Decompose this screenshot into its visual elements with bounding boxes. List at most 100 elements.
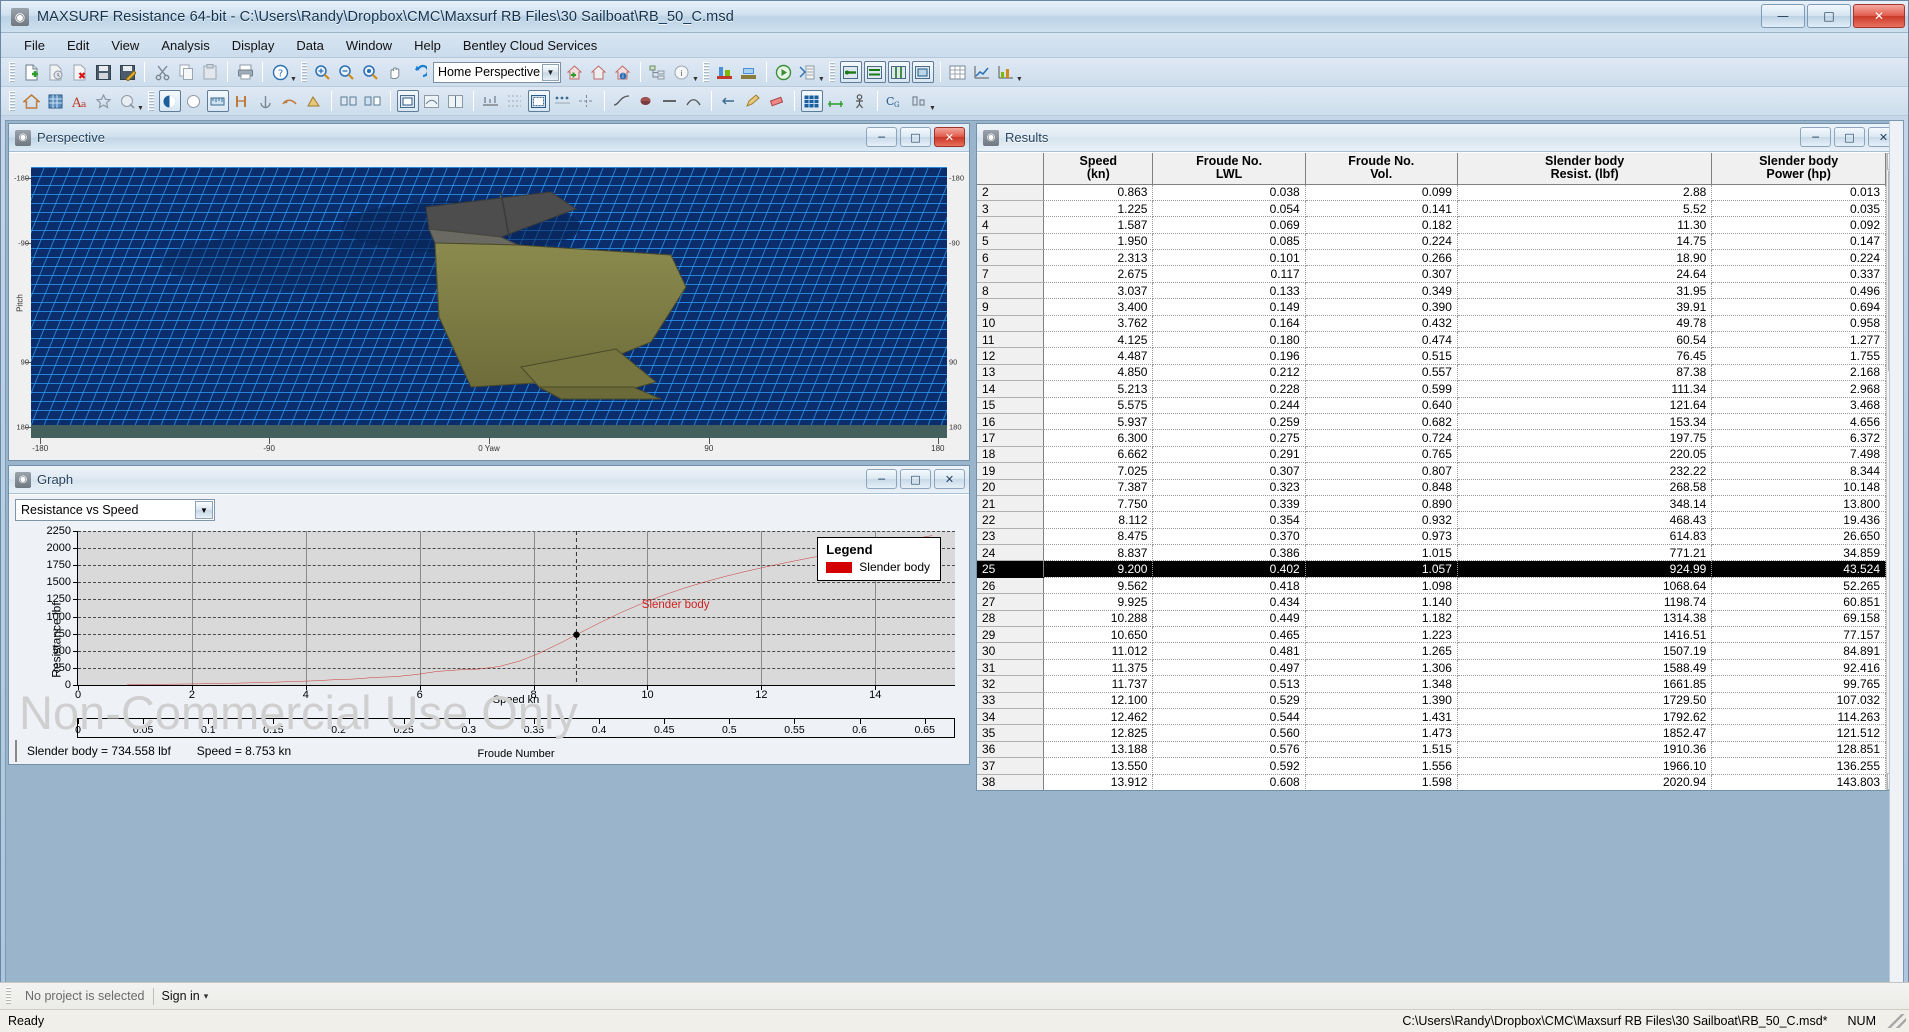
row-number-cell[interactable]: 27 [977,593,1045,611]
table-cell[interactable]: 43.524 [1711,560,1886,578]
table-cell[interactable]: 13.550 [1043,757,1154,775]
table-cell[interactable]: 0.557 [1305,364,1458,382]
results-table-icon[interactable] [797,61,819,83]
results-minimize-button[interactable]: ─ [1800,127,1831,147]
table-cell[interactable]: 1.098 [1305,577,1458,595]
help-dropdown-caret-icon[interactable]: ▼ [290,76,297,86]
table-cell[interactable]: 220.05 [1457,446,1713,464]
row-number-cell[interactable]: 16 [977,413,1045,431]
hull-tool-icon[interactable] [231,90,253,112]
save-as-icon[interactable] [116,61,138,83]
table-cell[interactable]: 12.462 [1043,708,1154,726]
table-cell[interactable]: 4.656 [1711,413,1886,431]
table-cell[interactable]: 0.069 [1152,216,1306,234]
signin-bar-grip[interactable] [6,987,11,1005]
open-file-icon[interactable] [44,61,66,83]
view-body-icon[interactable] [445,90,467,112]
table-cell[interactable]: 13.800 [1711,495,1886,513]
table-cell[interactable]: 771.21 [1457,544,1713,562]
table-row[interactable]: 34 12.462 0.544 1.431 1792.62 114.263 [977,708,1886,726]
table-cell[interactable]: 0.339 [1152,495,1306,513]
view-mode-3-icon[interactable] [887,61,910,83]
zoom-out-icon[interactable] [336,61,358,83]
pencil-icon[interactable] [742,90,764,112]
table-cell[interactable]: 0.182 [1305,216,1458,234]
toolbar2-grip-2[interactable] [147,91,154,111]
table-cell[interactable]: 924.99 [1457,560,1713,578]
table-cell[interactable]: 9.562 [1043,577,1154,595]
table-cell[interactable]: 0.481 [1152,642,1306,660]
menu-bentley-cloud-services[interactable]: Bentley Cloud Services [452,35,608,56]
toolbar2-grip[interactable] [9,91,15,111]
results-maximize-button[interactable]: □ [1834,127,1865,147]
table-row[interactable]: 3 1.225 0.054 0.141 5.52 0.035 [977,200,1886,218]
perspective-3d-scene[interactable] [31,167,947,438]
table-cell[interactable]: 1.556 [1305,757,1458,775]
view-profile-icon[interactable] [421,90,443,112]
table-cell[interactable]: 0.863 [1043,184,1154,201]
table-cell[interactable]: 1.950 [1043,233,1154,251]
table-cell[interactable]: 19.436 [1711,511,1886,529]
table-row[interactable]: 28 10.288 0.449 1.182 1314.38 69.158 [977,610,1886,628]
row-number-cell[interactable]: 31 [977,659,1045,677]
table-cell[interactable]: 0.560 [1152,724,1306,742]
table-row[interactable]: 32 11.737 0.513 1.348 1661.85 99.765 [977,675,1886,693]
home-icon[interactable] [20,90,42,112]
table-row[interactable]: 37 13.550 0.592 1.556 1966.10 136.255 [977,757,1886,775]
row-number-cell[interactable]: 35 [977,724,1045,742]
results-column-header-2[interactable]: Froude No. LWL [1152,153,1306,185]
table-cell[interactable]: 0.599 [1305,380,1458,398]
results-column-header-1[interactable]: Speed (kn) [1043,153,1154,185]
table-row[interactable]: 38 13.912 0.608 1.598 2020.94 143.803 [977,774,1886,790]
table-cell[interactable]: 0.212 [1152,364,1306,382]
table-cell[interactable]: 3.762 [1043,315,1154,333]
table-cell[interactable]: 136.255 [1711,757,1886,775]
table-cell[interactable]: 76.45 [1457,347,1713,365]
table-row[interactable]: 8 3.037 0.133 0.349 31.95 0.496 [977,282,1886,300]
table-cell[interactable]: 1852.47 [1457,724,1713,742]
chevron-down-icon[interactable]: ▼ [195,501,213,519]
table-cell[interactable]: 232.22 [1457,462,1713,480]
table-cell[interactable]: 84.891 [1711,642,1886,660]
table-cell[interactable]: 348.14 [1457,495,1713,513]
close-file-icon[interactable] [68,61,90,83]
display-panel-icon[interactable] [527,90,550,112]
table-row[interactable]: 31 11.375 0.497 1.306 1588.49 92.416 [977,659,1886,677]
table-cell[interactable]: 128.851 [1711,741,1886,759]
table-cell[interactable]: 1.473 [1305,724,1458,742]
table-cell[interactable]: 8.837 [1043,544,1154,562]
keel-tool-icon[interactable] [279,90,301,112]
table-cell[interactable]: 0.402 [1152,560,1306,578]
row-number-cell[interactable]: 25 [977,560,1045,578]
points-icon[interactable] [552,90,574,112]
row-number-cell[interactable]: 4 [977,216,1045,234]
table-cell[interactable]: 1.265 [1305,642,1458,660]
table-cell[interactable]: 0.354 [1152,511,1306,529]
table-cell[interactable]: 0.386 [1152,544,1306,562]
graph-maximize-button[interactable]: □ [900,469,931,489]
table-cell[interactable]: 6.662 [1043,446,1154,464]
table-cell[interactable]: 77.157 [1711,626,1886,644]
table-cell[interactable]: 0.474 [1305,331,1458,349]
table-cell[interactable]: 0.434 [1152,593,1306,611]
render-dropdown-caret-icon[interactable]: ▼ [137,105,144,115]
table-cell[interactable]: 1.598 [1305,774,1458,790]
measure-tool-icon[interactable] [206,90,229,112]
home-view-info-icon[interactable]: i [612,61,634,83]
view-mode-1-icon[interactable] [839,61,862,83]
person-icon[interactable] [849,90,871,112]
table-cell[interactable]: 0.291 [1152,446,1306,464]
table-cell[interactable]: 1.390 [1305,692,1458,710]
table-row[interactable]: 10 3.762 0.164 0.432 49.78 0.958 [977,315,1886,333]
table-cell[interactable]: 0.640 [1305,397,1458,414]
table-cell[interactable]: 1661.85 [1457,675,1713,693]
grid-display-icon[interactable] [800,90,823,112]
table-cell[interactable]: 1.587 [1043,216,1154,234]
table-cell[interactable]: 10.148 [1711,479,1886,496]
table-cell[interactable]: 87.38 [1457,364,1713,382]
table-cell[interactable]: 2.88 [1457,184,1713,201]
font-icon[interactable]: Aa [68,90,90,112]
table-cell[interactable]: 0.418 [1152,577,1306,595]
table-cell[interactable]: 0.038 [1152,184,1306,201]
table-cell[interactable]: 1910.36 [1457,741,1713,759]
